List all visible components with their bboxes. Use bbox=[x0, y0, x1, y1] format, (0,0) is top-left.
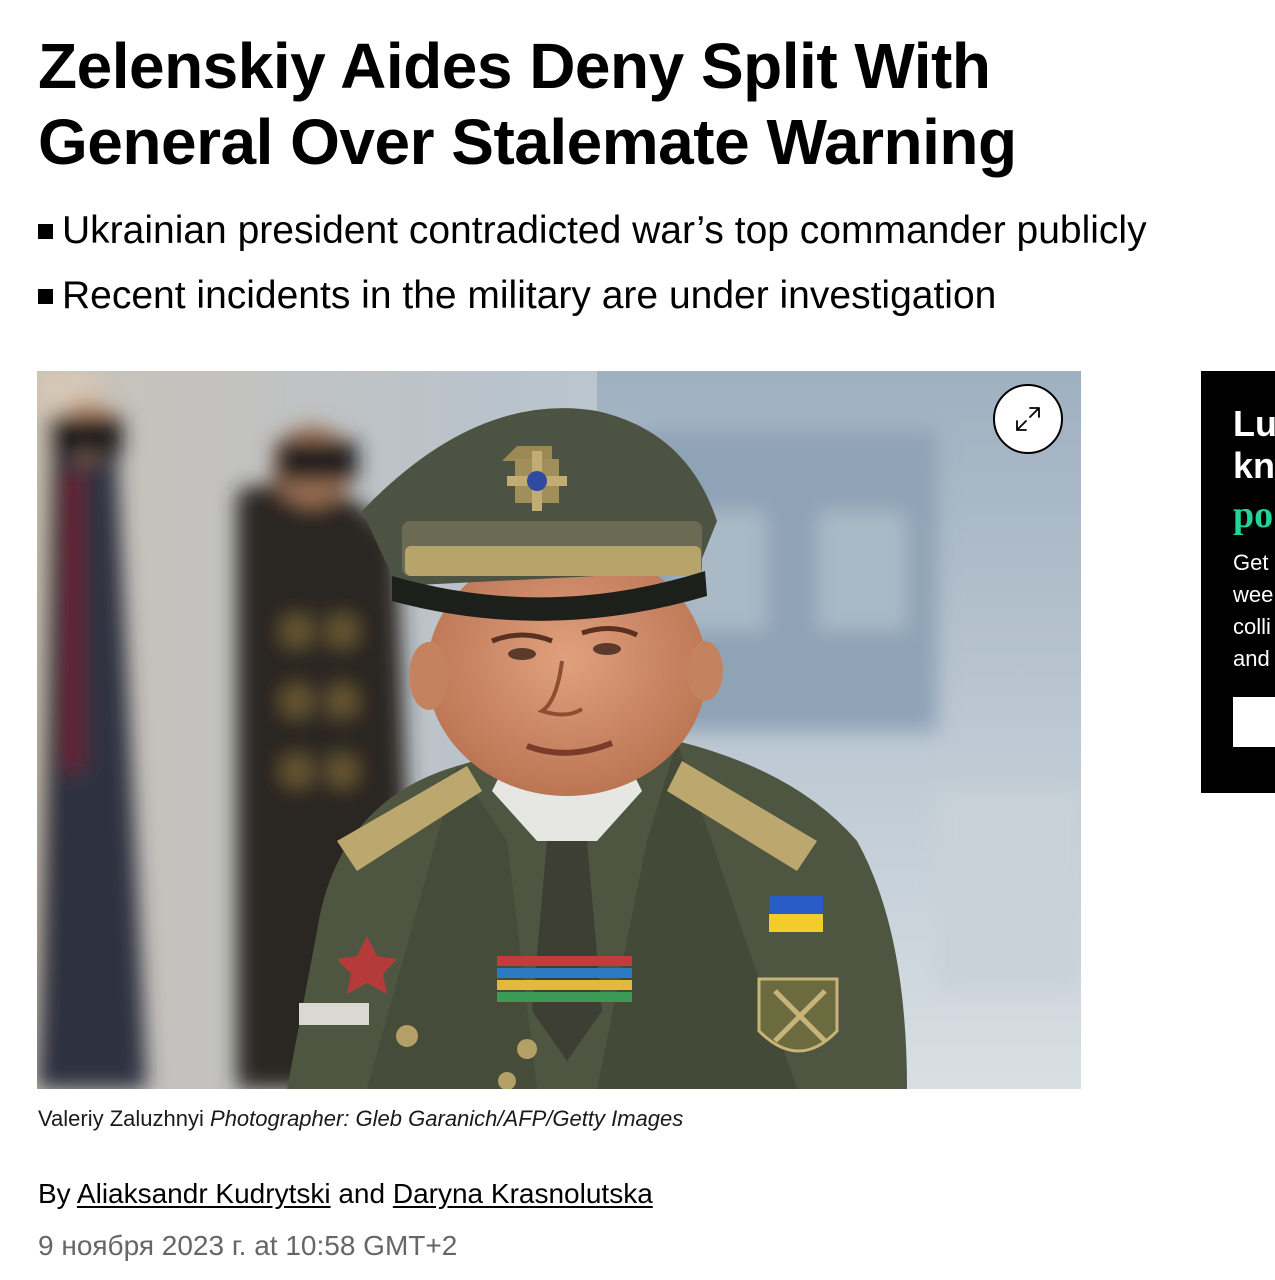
publish-timestamp: 9 ноября 2023 г. at 10:58 GMT+2 bbox=[38, 1230, 458, 1261]
summary-bullet-text: Recent incidents in the military are und… bbox=[62, 274, 997, 317]
general-portrait-image bbox=[37, 371, 1081, 1089]
photo-subject: Valeriy Zaluzhnyi bbox=[38, 1106, 204, 1131]
ad-title-line: Lu bbox=[1233, 403, 1275, 444]
ad-body-line: and bbox=[1233, 646, 1270, 671]
summary-bullet: Ukrainian president contradicted war’s t… bbox=[38, 206, 1147, 256]
sidebar-advertisement[interactable]: Lu kn po Get wee colli and bbox=[1201, 371, 1275, 793]
ad-cta-button[interactable] bbox=[1233, 697, 1275, 747]
lead-photo bbox=[37, 371, 1081, 1089]
expand-photo-button[interactable] bbox=[993, 384, 1063, 454]
ad-body-line: wee bbox=[1233, 582, 1274, 607]
ad-body-line: colli bbox=[1233, 614, 1271, 639]
summary-bullets: Ukrainian president contradicted war’s t… bbox=[38, 206, 1147, 336]
summary-bullet: Recent incidents in the military are und… bbox=[38, 271, 1147, 321]
bullet-square-icon bbox=[38, 288, 53, 304]
ad-title: Lu kn bbox=[1233, 403, 1275, 487]
ad-title-line: kn bbox=[1233, 445, 1275, 486]
photo-caption: Valeriy Zaluzhnyi Photographer: Gleb Gar… bbox=[38, 1104, 683, 1134]
summary-bullet-text: Ukrainian president contradicted war’s t… bbox=[62, 209, 1147, 252]
byline-conjunction: and bbox=[338, 1178, 386, 1209]
photo-credit: Photographer: Gleb Garanich/AFP/Getty Im… bbox=[210, 1106, 684, 1131]
headline-line-1: Zelenskiy Aides Deny Split With bbox=[38, 30, 991, 102]
author-link-kudrytski[interactable]: Aliaksandr Kudrytski bbox=[77, 1178, 331, 1209]
article-headline: Zelenskiy Aides Deny Split With General … bbox=[38, 28, 1238, 180]
ad-accent-text: po bbox=[1233, 494, 1274, 536]
ad-body-line: Get bbox=[1233, 550, 1269, 575]
byline: By Aliaksandr Kudrytski and Daryna Krasn… bbox=[38, 1176, 653, 1212]
bullet-square-icon bbox=[38, 223, 53, 239]
author-link-krasnolutska[interactable]: Daryna Krasnolutska bbox=[393, 1178, 653, 1209]
byline-prefix: By bbox=[38, 1178, 71, 1209]
article-page: Zelenskiy Aides Deny Split With General … bbox=[0, 0, 1275, 1280]
expand-arrows-icon bbox=[1016, 407, 1040, 431]
ad-body-text: Get wee colli and bbox=[1233, 547, 1273, 675]
headline-line-2: General Over Stalemate Warning bbox=[38, 106, 1017, 178]
